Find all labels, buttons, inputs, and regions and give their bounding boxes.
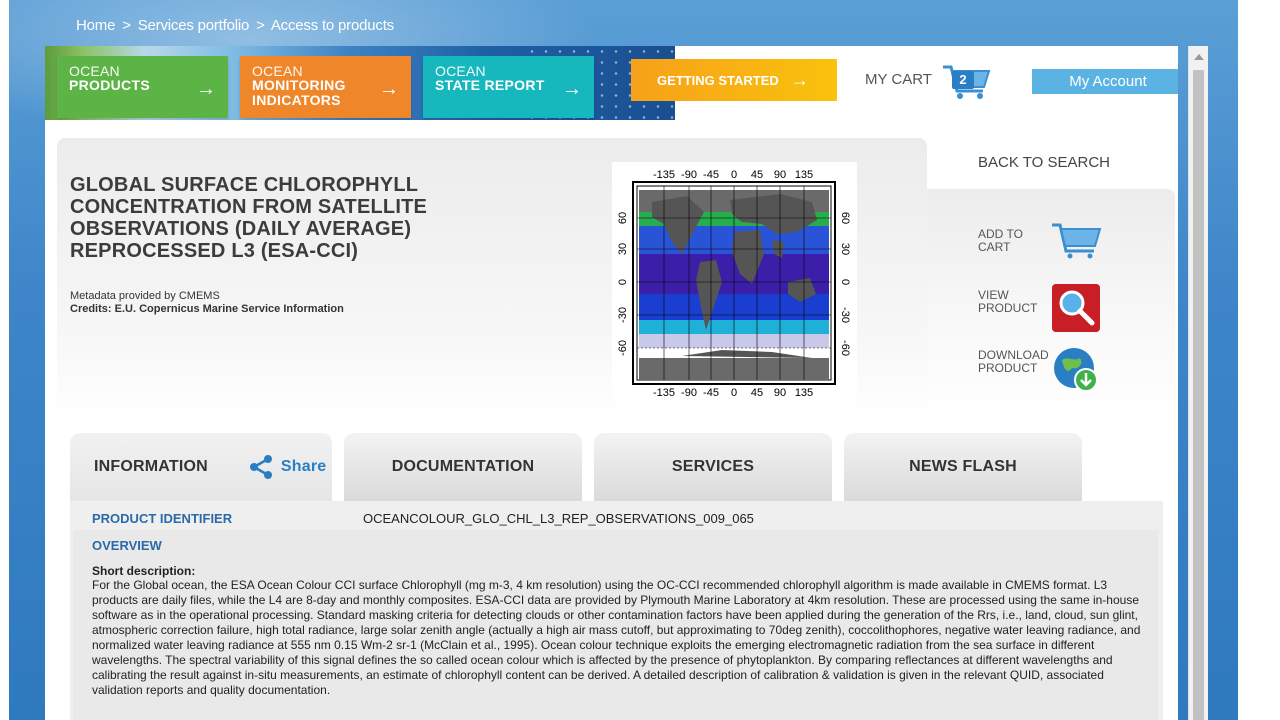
breadcrumb: Home > Services portfolio > Access to pr… <box>76 17 394 34</box>
add-to-cart-link[interactable]: ADD TO CART <box>978 228 1023 254</box>
share-icon[interactable] <box>248 454 274 480</box>
overview-label[interactable]: OVERVIEW <box>92 538 162 553</box>
map-top-tick: -135 <box>653 169 675 181</box>
download-product-link[interactable]: DOWNLOAD PRODUCT <box>978 349 1049 375</box>
breadcrumb-home[interactable]: Home <box>76 17 115 34</box>
map-top-tick: 45 <box>751 169 763 181</box>
add-to-cart-line2: CART <box>978 240 1011 254</box>
map-right-tick: 30 <box>839 243 851 255</box>
globe-download-icon[interactable] <box>1052 346 1100 394</box>
map-top-tick: 0 <box>731 169 737 181</box>
map-bottom-tick: 45 <box>751 387 763 399</box>
product-title: GLOBAL SURFACE CHLOROPHYLL CONCENTRATION… <box>70 174 428 262</box>
short-description-text: For the Global ocean, the ESA Ocean Colo… <box>92 578 1141 697</box>
map-bottom-tick: 0 <box>731 387 737 399</box>
vertical-scrollbar[interactable] <box>1188 46 1208 720</box>
arrow-right-icon: → <box>562 78 582 100</box>
nav-state-line1: OCEAN <box>435 63 486 79</box>
map-left-tick: 0 <box>617 279 629 285</box>
metadata-block: Metadata provided by CMEMS Credits: E.U.… <box>70 290 344 316</box>
breadcrumb-separator: > <box>122 17 131 34</box>
page-container: OCEAN PRODUCTS → OCEAN MONITORING INDICA… <box>45 46 1178 720</box>
nav-monitoring-line2: MONITORING <box>252 77 346 93</box>
world-chlorophyll-map: -135 -90 -45 0 45 90 135 -135 -90 -45 0 … <box>617 169 851 399</box>
map-top-tick: -90 <box>681 169 697 181</box>
map-left-tick: -60 <box>617 340 629 356</box>
map-bottom-tick: 135 <box>795 387 813 399</box>
nav-state-line2: STATE REPORT <box>435 77 545 93</box>
short-description-label: Short description: <box>92 564 196 578</box>
tab-documentation[interactable]: DOCUMENTATION <box>344 433 582 501</box>
getting-started-label: GETTING STARTED <box>657 72 779 88</box>
nav-monitoring-line3: INDICATORS <box>252 92 341 108</box>
arrow-right-icon: → <box>790 69 809 90</box>
map-bottom-tick: -45 <box>703 387 719 399</box>
download-product-line2: PRODUCT <box>978 361 1038 375</box>
view-product-line2: PRODUCT <box>978 301 1038 315</box>
shopping-cart-icon[interactable] <box>1050 221 1102 259</box>
my-cart-link[interactable]: MY CART <box>865 71 932 88</box>
nav-ocean-state-report[interactable]: OCEAN STATE REPORT → <box>423 56 594 118</box>
tab-information[interactable]: INFORMATION Share <box>70 433 332 501</box>
nav-ocean-products[interactable]: OCEAN PRODUCTS → <box>57 56 228 118</box>
map-right-tick: 60 <box>839 212 851 224</box>
map-bottom-tick: 90 <box>774 387 786 399</box>
arrow-right-icon: → <box>379 78 399 100</box>
tab-information-label: INFORMATION <box>94 458 208 475</box>
back-to-search-link[interactable]: BACK TO SEARCH <box>978 154 1110 171</box>
arrow-right-icon: → <box>196 78 216 100</box>
tab-news-flash[interactable]: NEWS FLASH <box>844 433 1082 501</box>
map-left-tick: 30 <box>617 243 629 255</box>
share-button[interactable]: Share <box>281 458 326 476</box>
nav-monitoring-line1: OCEAN <box>252 63 303 79</box>
scrollbar-thumb[interactable] <box>1193 70 1204 720</box>
map-top-tick: 135 <box>795 169 813 181</box>
breadcrumb-services[interactable]: Services portfolio <box>138 17 250 34</box>
magnifier-icon[interactable] <box>1052 284 1100 332</box>
my-account-button[interactable]: My Account <box>1032 69 1178 94</box>
nav-ocean-monitoring-indicators[interactable]: OCEAN MONITORING INDICATORS → <box>240 56 411 118</box>
getting-started-button[interactable]: GETTING STARTED → <box>631 59 837 101</box>
tab-services[interactable]: SERVICES <box>594 433 832 501</box>
map-right-tick: -30 <box>839 307 851 323</box>
product-map-thumbnail: -135 -90 -45 0 45 90 135 -135 -90 -45 0 … <box>612 162 857 402</box>
header-banner: OCEAN PRODUCTS → OCEAN MONITORING INDICA… <box>45 46 1178 120</box>
map-right-tick: 0 <box>839 279 851 285</box>
breadcrumb-separator: > <box>256 17 265 34</box>
map-bottom-tick: -90 <box>681 387 697 399</box>
map-top-tick: -45 <box>703 169 719 181</box>
map-top-tick: 90 <box>774 169 786 181</box>
metadata-provider: Metadata provided by CMEMS <box>70 290 220 302</box>
map-left-tick: -30 <box>617 307 629 323</box>
map-left-tick: 60 <box>617 212 629 224</box>
map-bottom-tick: -135 <box>653 387 675 399</box>
breadcrumb-current[interactable]: Access to products <box>271 17 394 34</box>
cart-count-badge: 2 <box>952 71 974 89</box>
product-identifier-value: OCEANCOLOUR_GLO_CHL_L3_REP_OBSERVATIONS_… <box>363 511 754 526</box>
product-identifier-label: PRODUCT IDENTIFIER <box>92 511 233 526</box>
nav-products-line1: OCEAN <box>69 63 120 79</box>
credits-text: Credits: E.U. Copernicus Marine Service … <box>70 303 344 315</box>
scroll-up-icon[interactable] <box>1194 54 1204 60</box>
nav-products-line2: PRODUCTS <box>69 77 150 93</box>
view-product-link[interactable]: VIEW PRODUCT <box>978 289 1037 315</box>
map-right-tick: -60 <box>839 340 851 356</box>
